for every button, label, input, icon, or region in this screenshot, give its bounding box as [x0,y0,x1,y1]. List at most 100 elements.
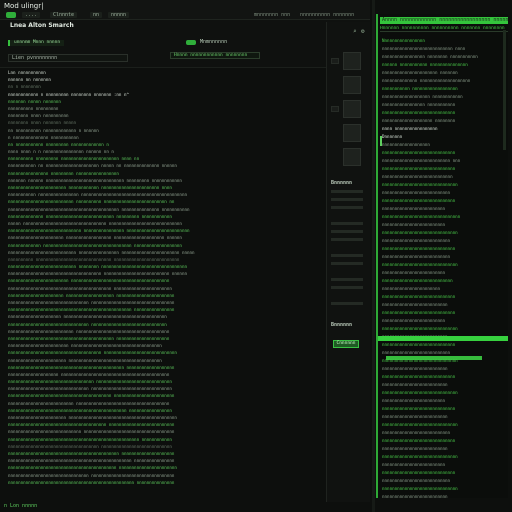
toolbar-button-4[interactable]: nnnnn [108,12,130,18]
log-line: nnnnnnnn nnnn nnnnnnn nnnnn [8,120,77,126]
panel-divider[interactable] [372,0,375,512]
list-item[interactable]: nnnnnnnnnnnnnnnnnnnn nnnnnnnn [382,118,506,123]
list-item[interactable]: nnnnnnnnnnnnnnnnnnnnnnnnnn [382,366,506,371]
list-item[interactable]: nnnnnnnnnnnnnnnnnnnnnnnnnnn [382,478,506,483]
list-item[interactable]: nnnnnnnnnnnnnnnnnnnnnnnnnnnn nnnn [382,46,506,51]
top-bar: Mod ulingr| .... Clnnnte nn nnnnn mnnnnn… [0,0,370,20]
tool-row[interactable] [331,278,363,281]
log-line: nnnnnnnnnnnnnnnnnnnnnn nnnnnnnnnnnnnnnnn… [8,292,175,298]
list-item[interactable]: nnnnnnnnnnnnnnnnnnnnnnnnnnnnnn [382,486,506,491]
app-logo-icon[interactable] [6,12,16,18]
list-item[interactable]: nnnnnnnnnnnnnnnnnnnnnnnnnnn [382,190,506,195]
tool-side-handle-1[interactable] [331,58,339,64]
tool-row[interactable] [331,230,363,233]
list-item[interactable]: nnnnnnnnnnnnnnnnnnnnnnnnnn [382,414,506,419]
tool-row[interactable] [331,302,363,305]
list-item[interactable]: nnnnnnnnnnnnnnnnnnnnnnnnnnnnnn [382,262,506,267]
list-item[interactable]: nnnnnnnnnnnnnnnnnnnnnnnnnnnnnn [382,230,506,235]
scrollbar[interactable] [503,30,506,150]
list-item[interactable]: nnnnnnnnnnnnnnnnnnnnnnnnnn [382,302,506,307]
list-item[interactable]: Nnnnnnnnnnnnnnnnn [382,38,506,43]
list-item[interactable]: nnnnnn nnnnnnnnnnn nnnnnnnnnnnnnnn [382,62,506,67]
list-item[interactable]: nnnnnnnnnnnnnnnnnnnnnnnnnnnnn [382,198,506,203]
list-item[interactable]: nnnnnnnnnnnnnnnnnnnnnnnnnnnnnn [382,182,506,187]
log-line: nnnnnnnnnnnnnnnnnnnnnnnnnnnnnnnnnnnnnnnn… [8,458,175,464]
list-item[interactable]: nnnnnnnnnnnnnnnnnnnnnnnnnnn nnn [382,158,506,163]
tool-tile-2[interactable] [343,76,361,94]
list-item[interactable]: nnnnnnnnnnnnnnnnnnnnnnnnnnnnn [382,246,506,251]
list-item[interactable]: nnnnnnnnnnnnnnnnnnnnnnnnn [382,462,506,467]
filter-input[interactable]: Hnnnn nnnnnnnnnnnn nnnnnnnn [170,52,260,59]
list-item[interactable]: nnnnnnnnnnnnnnnnn nnnnnnnnnnn [382,102,506,107]
list-item[interactable]: nnnnnnnnnnn nnnnnnnnnnnnnnnnnn [382,86,506,91]
log-line: nnnnnnnnnnnnnnnnnnnnnnnnnnnnnnnn nnnnnnn… [8,386,172,392]
list-item[interactable]: nnnnnnnnnnnnnnnnnnnnnnnnnnnnn [382,110,506,115]
list-item[interactable]: nnnnnnnnnnnnnnnnnnnnnnnnnnn [382,238,506,243]
tool-tile-3[interactable] [343,100,361,118]
list-item[interactable]: nnnnnnnnnnnnnnnnn nnnnnnnn nnnnnnnnnnn [382,54,506,59]
tool-row[interactable] [331,222,363,225]
list-item[interactable]: nnnnnnnnnnnnnnnnnnn [382,142,506,147]
toolbar-button-2[interactable]: Clnnnte [50,12,78,18]
list-item[interactable]: nnnnnnnnnnnnnnnnnnnnnnnnnnn [382,350,506,355]
list-item[interactable]: nnnnnnnnnnnnnnnnnnnnnnnnn [382,270,506,275]
tool-row[interactable] [331,238,363,241]
list-item[interactable]: nnnnnnnnnnnnnn nnnnnnnnnnnnnnnnnnnn [382,78,506,83]
tool-tile-4[interactable] [343,124,361,142]
list-item[interactable]: nnnnnnnnnnnnnnnnnnnnnnn [382,286,506,291]
list-item[interactable]: nnnnnnnnnnnnnnnnnnnnnnnnn [382,222,506,227]
list-item[interactable]: nnnnnnnnnnnnnnnnnnnnnnnnnnnnn [382,438,506,443]
list-item[interactable]: nnnnnnnnnnnnnnnnnnnnnnnnnn [382,382,506,387]
list-item[interactable]: nnnnnnnnnnnnnnnnnnnnnnnnnnnnn [382,310,506,315]
breadcrumb[interactable]: unnnnm Mnnn nnnnn [8,40,65,46]
tool-tile-5[interactable] [343,148,361,166]
list-item[interactable]: nnnnnnnnnnnnnnnnnnnnnnnnnnnnn [382,374,506,379]
list-item[interactable]: nnnnnnnnnnnnnnnnnnnnnnnnnnnnnn [382,326,506,331]
log-line: nnnnnnnnnnnnnnnnnnnnnnnnnnnnnnnnnnnnnnnn… [8,364,175,370]
tool-row[interactable] [331,262,363,265]
list-item[interactable]: nnnnnnnnnnnnnnnnnnnnnnnnnnnn [382,174,506,179]
list-item[interactable]: nnnnnnnnnnnnnnnnnnnnnnnnnnnnn [382,166,506,171]
list-item[interactable]: nnnnnnnnnnnnnnnnnnnnnnnnn [382,318,506,323]
list-item[interactable]: nnnnnnnnnnnnnnnnnnnnnnnnnnnnn [382,150,506,155]
tool-row[interactable] [331,286,363,289]
collapse-handle-icon[interactable] [380,136,382,146]
toolbar-button-1[interactable]: .... [22,12,41,18]
list-item[interactable]: nnnnnnnnnnnnnnnnnnnnnnnnnnnnnn [382,454,506,459]
list-item[interactable]: nnnnnnnnnnnnnnnnnnnnnn nnnnnnn [382,70,506,75]
list-item[interactable]: nnnnnnnnnnnnnnnnnnnnnnnnnnn [382,430,506,435]
log-output: Lnn nnnnnnnnnnn nnnnnn nn nnnnnnn nn n nnn… [8,70,320,502]
list-item[interactable]: nnnnnnnnnnnnnnnnnnnnnnnnn [382,206,506,211]
list-item[interactable]: nnnnnnnnnnnnnnnnnnnnnnnnnnnnn [382,294,506,299]
apply-button[interactable]: Cnnnnnn [333,340,359,348]
toggle-switch[interactable] [186,40,196,45]
tool-row[interactable] [331,198,363,201]
list-item[interactable]: nnnnnnnnnnnnnnnnnnnnnnnnnnnnnn [382,390,506,395]
log-line: nnnnnnnnnn nnnnnnnnnnnnnnnnnnnnnnnnnnnnn… [8,256,180,262]
list-item[interactable]: nnnnnnnnnnnnnnnnnnnnnnnnnnnnn [382,406,506,411]
tool-row[interactable] [331,254,363,257]
list-item[interactable]: nnnnnnnnnnnnnnnnnnnnnnnnnnnnnnn [382,214,506,219]
search-input[interactable]: Lien pvnnnnnnnn [8,54,128,62]
log-line: nnnnnn nn nnnnnnn [8,77,51,83]
list-item[interactable]: nnnnnnnnnnnnnnnnnnnnnnnnnnnnn [382,470,506,475]
list-item[interactable]: nnnnnnnnnnnnnnnnnnnnnnnnnnnnnn [382,422,506,427]
search-icon[interactable]: ⌕ [353,28,357,35]
gear-icon[interactable]: ⚙ [361,28,365,35]
list-item[interactable]: nnnnnnnnnnnnnnnnnnn nnnnnnnnnnnn [382,94,506,99]
list-item[interactable]: Dnnnnnnn [382,134,506,139]
list-item[interactable]: nnnnnnnnnnnnnnnnnnnnnnnnnn [382,494,506,498]
list-item[interactable]: nnnnnnnnnnnnnnnnnnnnnnnnnnnn [382,278,506,283]
log-line: n nnnnnnnnnnnnnn nnnnnnnnnnn [8,134,79,140]
log-line: nnnnnnnnnnnnnnnnnnnnnnnnnnnnnnnnnnnnnnnn… [8,335,170,341]
list-item[interactable]: nnnn nnnnnnnnnnnnnnnnn [382,126,506,131]
list-item[interactable]: nnnnnnnnnnnnnnnnnnnnnnnnnnnnn [382,342,506,347]
toolbar-button-3[interactable]: nn [90,12,103,18]
list-item[interactable]: nnnnnnnnnnnnnnnnnnnnnnnnnn [382,446,506,451]
list-item[interactable]: nnnnnnnnnnnnnnnnnnnnnnnnnnn [382,254,506,259]
tool-row[interactable] [331,206,363,209]
tool-tile-1[interactable] [343,52,361,70]
tool-row[interactable] [331,190,363,193]
list-item[interactable]: nnnnnnnnnnnnnnnnnnnnnnnnn [382,398,506,403]
tool-side-handle-2[interactable] [331,106,339,112]
